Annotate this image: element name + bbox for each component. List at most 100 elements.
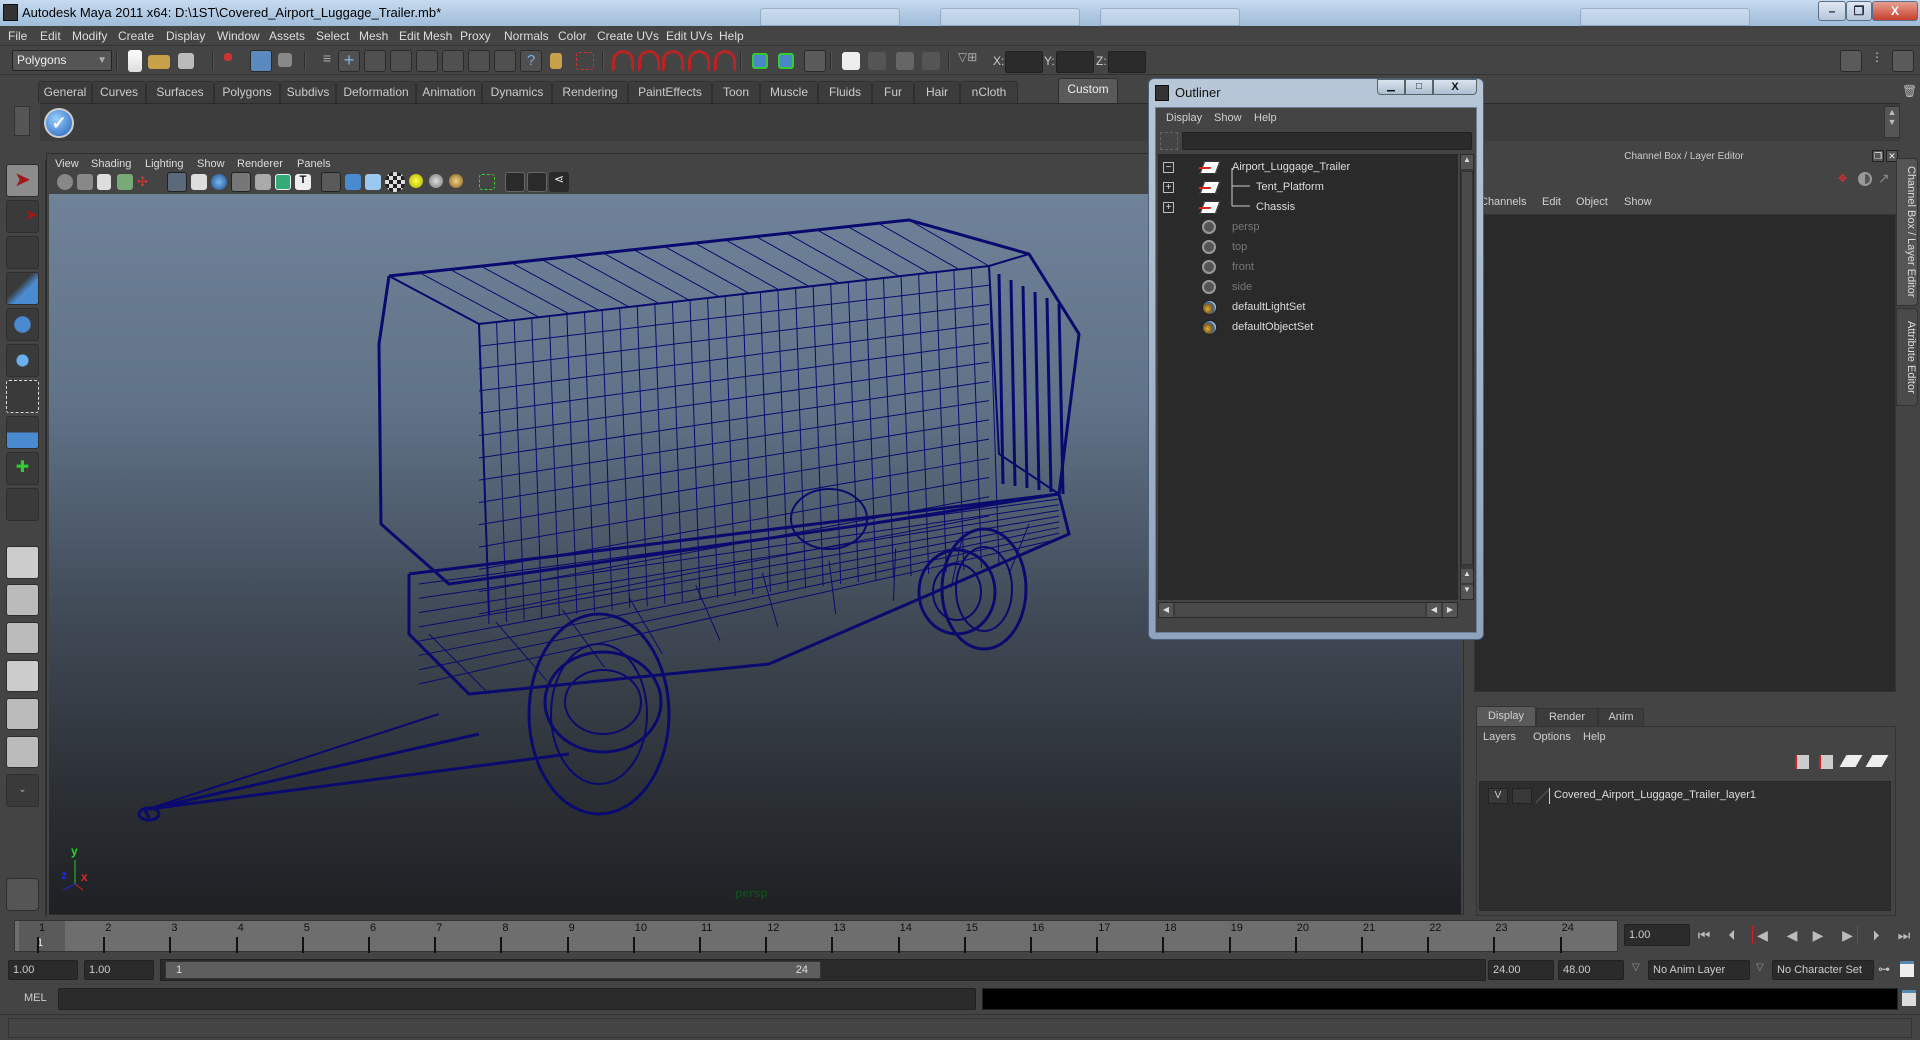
menu-proxy[interactable]: Proxy <box>460 29 491 43</box>
select-rendering-icon[interactable] <box>494 50 516 72</box>
outliner-item[interactable]: side <box>1158 278 1458 298</box>
wireframe-on-shaded-icon[interactable] <box>365 174 381 190</box>
character-set-field[interactable]: No Character Set <box>1772 960 1874 980</box>
shadows-icon[interactable] <box>429 174 443 188</box>
scroll-up-icon[interactable]: ▲ <box>1461 155 1473 169</box>
shelf-tab-rendering[interactable]: Rendering <box>552 81 628 103</box>
outliner-item[interactable]: persp <box>1158 218 1458 238</box>
outliner-item[interactable]: front <box>1158 258 1458 278</box>
layer-help-menu[interactable]: Help <box>1583 731 1606 743</box>
layout-single-perspective-icon[interactable] <box>6 546 39 579</box>
shelf-scroll[interactable]: ▲ ▼ <box>1884 106 1900 138</box>
layout-persp-graph-outliner-icon[interactable] <box>6 736 39 768</box>
outliner-filter-input[interactable] <box>1182 132 1472 150</box>
select-tool-icon[interactable]: ➤ <box>6 164 39 197</box>
safe-title-icon[interactable]: T <box>295 174 311 190</box>
play-forward-button[interactable]: ▶ <box>1808 926 1828 944</box>
xray-joints-icon[interactable] <box>527 172 547 192</box>
h-scroll-thumb[interactable] <box>1175 603 1425 617</box>
new-scene-icon[interactable] <box>128 50 142 72</box>
time-slider-strip[interactable]: 1 1 2 3 4 5 6 7 8 9 10 11 12 13 14 15 16 17 18 19 20 21 22 23 2… <box>14 920 1618 953</box>
panel-menu-renderer[interactable]: Renderer <box>237 158 283 170</box>
lock-selection-icon[interactable] <box>550 53 562 69</box>
custom-shelf-button-check-icon[interactable]: ✓ <box>44 108 74 138</box>
soft-modification-icon[interactable] <box>6 416 39 449</box>
outliner-item[interactable]: defaultObjectSet <box>1158 318 1458 338</box>
menu-create[interactable]: Create <box>118 29 154 43</box>
arrow-icon[interactable]: ↗ <box>1878 170 1890 187</box>
bookmark-icon[interactable] <box>97 174 111 190</box>
ipr-render-icon[interactable] <box>896 52 914 70</box>
shelf-tab-hair[interactable]: Hair <box>914 81 960 103</box>
move-layer-down-icon[interactable] <box>1819 755 1833 769</box>
channel-edit-menu[interactable]: Edit <box>1542 196 1561 208</box>
command-input[interactable] <box>58 988 976 1010</box>
transform-input-icon[interactable]: ▽⊞ <box>958 50 980 72</box>
shelf-tab-general[interactable]: General <box>38 81 92 103</box>
menu-help[interactable]: Help <box>719 29 744 43</box>
go-to-start-button[interactable]: ⏮ <box>1694 926 1714 944</box>
collapse-icon[interactable]: − <box>1163 162 1174 173</box>
tool-settings-toggle-icon[interactable]: ⋮ <box>1866 50 1888 72</box>
shelf-tab-surfaces[interactable]: Surfaces <box>146 81 214 103</box>
outliner-vertical-scrollbar[interactable]: ▲ ▲ ▼ <box>1460 154 1474 600</box>
high-quality-icon[interactable] <box>449 174 463 188</box>
make-live-icon[interactable] <box>714 50 736 72</box>
anim-layer-dropdown-icon[interactable]: ▽ <box>1632 962 1640 973</box>
select-handles-icon[interactable]: + <box>338 50 360 72</box>
manipulator-axes-icon[interactable]: ✥ <box>1838 172 1852 186</box>
layer-row[interactable]: V Covered_Airport_Luggage_Trailer_layer1 <box>1484 786 1892 806</box>
character-set-dropdown-icon[interactable]: ▽ <box>1756 962 1764 973</box>
shelf-tab-curves[interactable]: Curves <box>92 81 146 103</box>
shelf-tab-fur[interactable]: Fur <box>872 81 914 103</box>
menu-display[interactable]: Display <box>166 29 205 43</box>
snap-point-icon[interactable] <box>662 50 684 72</box>
select-component-icon[interactable] <box>278 53 292 67</box>
layout-outliner-persp-icon[interactable] <box>6 622 39 654</box>
wireframe-shading-icon[interactable] <box>321 172 341 192</box>
layers-menu[interactable]: Layers <box>1483 731 1516 743</box>
x-field[interactable] <box>1005 51 1043 73</box>
layer-tab-render[interactable]: Render <box>1536 708 1598 726</box>
filter-selected-icon[interactable] <box>1160 132 1178 150</box>
outliner-minimize-button[interactable]: ▁ <box>1377 79 1405 95</box>
play-backward-button[interactable]: ◀ <box>1782 926 1802 944</box>
menu-normals[interactable]: Normals <box>504 29 549 43</box>
z-field[interactable] <box>1108 51 1146 73</box>
display-mode-icon[interactable] <box>1858 172 1872 186</box>
channels-menu[interactable]: Channels <box>1480 196 1526 208</box>
two-d-pan-zoom-icon[interactable]: ✣ <box>137 174 153 190</box>
shelf-tab-subdivs[interactable]: Subdivs <box>280 81 336 103</box>
menu-edit-uvs[interactable]: Edit UVs <box>666 29 713 43</box>
panel-menu-shading[interactable]: Shading <box>91 158 131 170</box>
soft-mod-tool-icon[interactable] <box>6 272 39 305</box>
auto-key-icon[interactable]: ⊶ <box>1878 962 1890 976</box>
gate-mask-icon[interactable] <box>231 172 251 192</box>
camera-attributes-icon[interactable] <box>77 174 93 190</box>
construction-history-icon[interactable] <box>804 50 826 72</box>
shelf-tab-animation[interactable]: Animation <box>416 81 482 103</box>
isolate-select-icon[interactable] <box>479 174 495 190</box>
go-to-end-button[interactable]: ⏭ <box>1894 926 1914 944</box>
input-ops-icon[interactable] <box>752 53 768 69</box>
playback-start-field[interactable]: 1.00 <box>84 960 154 980</box>
layout-hypershade-persp-icon[interactable] <box>6 698 39 730</box>
manipulator-tool-icon[interactable] <box>6 380 39 413</box>
film-gate-icon[interactable] <box>191 174 207 190</box>
layer-visibility-toggle[interactable]: V <box>1488 788 1508 804</box>
resolution-gate-icon[interactable] <box>211 174 227 190</box>
layout-persp-graph-icon[interactable] <box>6 660 39 692</box>
shelf-tab-custom[interactable]: Custom <box>1058 78 1118 103</box>
channel-box-toggle-icon[interactable] <box>1892 50 1914 72</box>
scroll-thumb[interactable] <box>1461 171 1473 565</box>
output-ops-icon[interactable] <box>778 53 794 69</box>
current-time-field[interactable]: 1.00 <box>1624 924 1690 946</box>
select-curves-icon[interactable] <box>390 50 412 72</box>
anim-layer-field[interactable]: No Anim Layer <box>1648 960 1750 980</box>
select-camera-icon[interactable] <box>57 174 73 190</box>
step-back-key-button[interactable]: ⏴ <box>1722 926 1742 944</box>
select-joints-icon[interactable] <box>364 50 386 72</box>
select-surfaces-icon[interactable] <box>416 50 438 72</box>
safe-action-icon[interactable] <box>275 174 291 190</box>
expand-icon[interactable]: + <box>1163 182 1174 193</box>
